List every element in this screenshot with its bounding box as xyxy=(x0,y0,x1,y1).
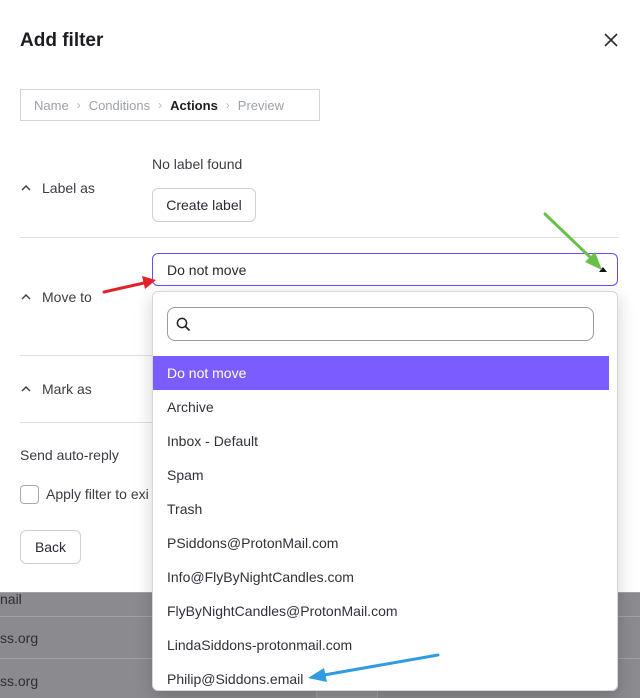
step-name[interactable]: Name xyxy=(34,98,69,113)
dropdown-option[interactable]: Inbox - Default xyxy=(153,424,609,458)
move-to-select[interactable]: Do not move xyxy=(152,253,618,286)
back-button[interactable]: Back xyxy=(20,530,81,564)
modal-title: Add filter xyxy=(20,30,104,51)
search-icon xyxy=(176,317,191,332)
no-label-text: No label found xyxy=(152,156,243,172)
step-preview[interactable]: Preview xyxy=(238,98,284,113)
chevron-right-icon: › xyxy=(76,98,81,112)
divider xyxy=(20,355,160,356)
create-label-button[interactable]: Create label xyxy=(152,188,256,222)
send-auto-reply-label: Send auto-reply xyxy=(20,447,119,463)
mark-as-label: Mark as xyxy=(42,381,92,397)
dropdown-option[interactable]: PSiddons@ProtonMail.com xyxy=(153,526,609,560)
dropdown-option[interactable]: FlyByNightCandles@ProtonMail.com xyxy=(153,594,609,628)
label-as-toggle[interactable]: Label as xyxy=(20,180,95,196)
breadcrumb: Name › Conditions › Actions › Preview xyxy=(20,89,320,121)
label-as-label: Label as xyxy=(42,180,95,196)
move-to-selected-value: Do not move xyxy=(167,261,247,278)
chevron-right-icon: › xyxy=(225,98,230,112)
dropdown-option[interactable]: Info@FlyByNightCandles.com xyxy=(153,560,609,594)
divider xyxy=(20,422,160,423)
dropdown-option[interactable]: Archive xyxy=(153,390,609,424)
divider xyxy=(20,237,619,238)
dropdown-option[interactable]: Do not move xyxy=(153,356,609,390)
step-actions[interactable]: Actions xyxy=(170,98,218,113)
dropdown-option[interactable]: LindaSiddons-protonmail.com xyxy=(153,628,609,662)
chevron-up-icon xyxy=(21,386,31,392)
chevron-right-icon: › xyxy=(158,98,163,112)
dropdown-option[interactable]: Spam xyxy=(153,458,609,492)
caret-up-icon xyxy=(599,267,607,272)
search-input[interactable] xyxy=(198,314,578,336)
move-to-toggle[interactable]: Move to xyxy=(20,289,92,305)
list-item-text: ss.org xyxy=(0,673,39,689)
close-icon[interactable] xyxy=(601,30,621,50)
move-to-dropdown: Do not move Archive Inbox - Default Spam… xyxy=(152,291,618,691)
mark-as-toggle[interactable]: Mark as xyxy=(20,381,92,397)
dropdown-search[interactable] xyxy=(167,307,594,341)
step-conditions[interactable]: Conditions xyxy=(89,98,150,113)
chevron-up-icon xyxy=(21,294,31,300)
list-item-text: ss.org xyxy=(0,630,39,646)
dropdown-option[interactable]: Trash xyxy=(153,492,609,526)
apply-filter-label: Apply filter to exi xyxy=(46,486,149,502)
apply-filter-checkbox[interactable] xyxy=(20,485,39,504)
dropdown-option[interactable]: Philip@Siddons.email xyxy=(153,662,609,690)
move-to-label: Move to xyxy=(42,289,92,305)
list-item-text: nail xyxy=(0,591,22,607)
chevron-up-icon xyxy=(21,185,31,191)
